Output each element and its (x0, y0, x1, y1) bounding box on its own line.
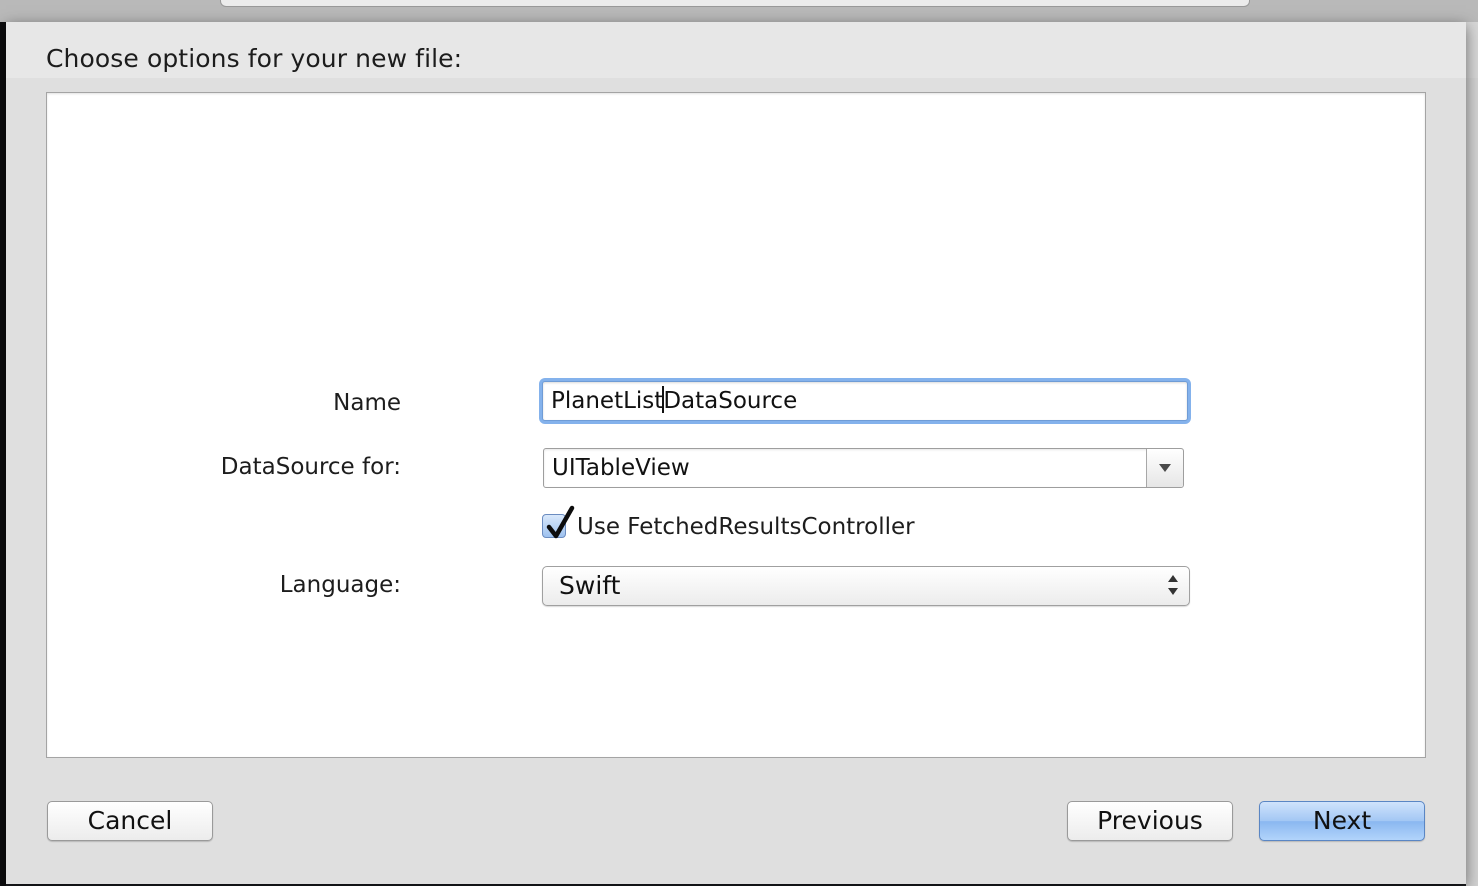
language-selected-value: Swift (559, 571, 621, 600)
name-input-text-after-cursor: DataSource (663, 388, 798, 414)
name-label: Name (333, 390, 401, 416)
datasource-value[interactable]: UITableView (552, 449, 690, 487)
checkmark-icon (546, 505, 575, 539)
language-popup-button[interactable]: Swift (542, 566, 1190, 606)
datasource-label: DataSource for: (220, 454, 401, 480)
datasource-combo-box[interactable]: UITableView (543, 448, 1184, 488)
previous-button[interactable]: Previous (1067, 801, 1233, 841)
cancel-button[interactable]: Cancel (47, 801, 213, 841)
name-input[interactable]: PlanetListDataSource (542, 381, 1188, 421)
language-label: Language: (279, 572, 401, 598)
fetched-results-checkbox[interactable] (542, 505, 575, 539)
background-window-field (220, 0, 1250, 7)
fetched-results-label[interactable]: Use FetchedResultsController (577, 511, 915, 543)
datasource-dropdown-button[interactable] (1146, 449, 1183, 487)
sheet-title: Choose options for your new file: (46, 44, 463, 73)
next-button[interactable]: Next (1259, 801, 1425, 841)
new-file-options-sheet: Choose options for your new file: Name P… (6, 22, 1466, 884)
background-right-edge (1466, 78, 1478, 886)
options-panel: Name PlanetListDataSource DataSource for… (46, 92, 1426, 758)
chevron-down-icon (1159, 464, 1171, 472)
name-input-text-before-cursor: PlanetList (551, 388, 664, 414)
up-down-arrows-icon (1168, 575, 1178, 599)
